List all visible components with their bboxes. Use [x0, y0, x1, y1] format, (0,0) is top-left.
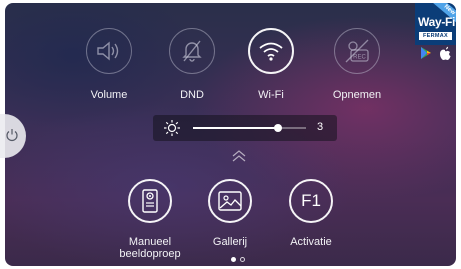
record-off-icon: REC — [345, 39, 369, 63]
wifi-toggle[interactable] — [248, 28, 294, 74]
page-indicator — [229, 256, 249, 264]
brightness-thumb[interactable] — [273, 124, 282, 132]
record-label: Opnemen — [332, 89, 382, 101]
gallery-label: Gallerij — [212, 236, 248, 248]
speaker-icon — [97, 41, 119, 61]
brightness-slider[interactable]: 3 — [153, 115, 337, 141]
volume-toggle[interactable] — [86, 28, 132, 74]
record-toggle[interactable]: REC — [334, 28, 380, 74]
f1-icon: F1 — [301, 191, 321, 210]
brightness-value: 3 — [317, 121, 324, 133]
image-icon — [218, 191, 242, 211]
sun-icon — [164, 120, 180, 136]
door-panel-icon — [142, 189, 158, 213]
manual-call-label-line2: beeldoproep — [119, 248, 181, 260]
fermax-logo: FERMAX — [419, 32, 452, 40]
page-dot-active[interactable] — [231, 257, 236, 262]
page-dot-inactive[interactable] — [240, 257, 245, 262]
activation-button[interactable]: F1 — [289, 179, 333, 223]
brightness-fill — [193, 127, 278, 129]
dnd-label: DND — [180, 89, 204, 101]
brightness-track[interactable] — [193, 124, 306, 132]
gallery-button[interactable] — [208, 179, 252, 223]
chevron-up-icon[interactable] — [231, 150, 247, 162]
manual-call-label-line1: Manueel — [128, 236, 172, 248]
wayfi-logo: Way-Fi — [418, 15, 456, 29]
bell-off-icon — [182, 40, 202, 62]
dnd-toggle[interactable] — [169, 28, 215, 74]
power-icon — [6, 129, 18, 142]
manual-call-button[interactable] — [128, 179, 172, 223]
apple-icon — [440, 46, 451, 60]
activation-label: Activatie — [290, 236, 332, 248]
volume-label: Volume — [90, 89, 128, 101]
wifi-label: Wi-Fi — [258, 89, 284, 101]
wifi-icon — [259, 42, 283, 61]
store-icons — [421, 46, 451, 60]
svg-text:REC: REC — [353, 55, 366, 61]
app-screen: Volume DND Wi-Fi REC Opnemen 3 Manueel b… — [5, 3, 456, 266]
google-play-icon — [421, 47, 431, 59]
wayfi-badge: New Way-Fi FERMAX — [415, 3, 456, 45]
